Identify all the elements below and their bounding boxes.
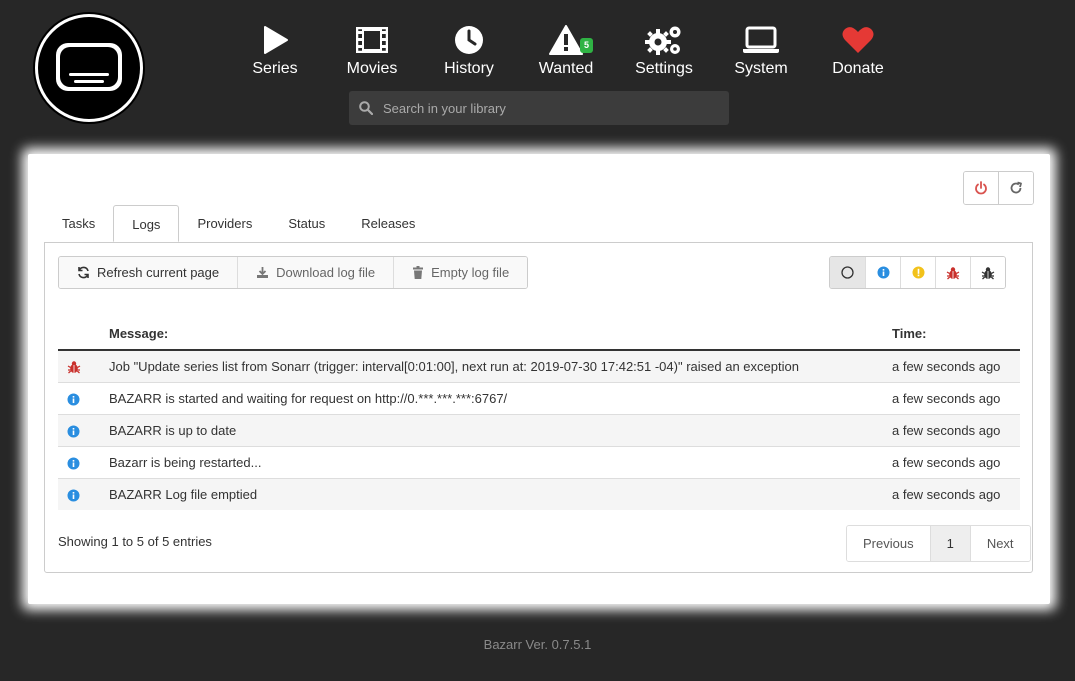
- empty-log-label: Empty log file: [431, 265, 510, 280]
- library-search[interactable]: [349, 91, 729, 125]
- power-icon: [974, 181, 988, 195]
- play-icon: [230, 22, 320, 58]
- refresh-button[interactable]: Refresh current page: [59, 257, 238, 288]
- log-time: a few seconds ago: [892, 349, 1020, 383]
- message-column-header[interactable]: Message:: [109, 317, 892, 351]
- log-time: a few seconds ago: [892, 446, 1020, 479]
- logs-tab-content: Refresh current page Download log file E…: [44, 242, 1033, 573]
- download-icon: [256, 266, 269, 279]
- filter-error-button[interactable]: [935, 257, 970, 288]
- next-page-button[interactable]: Next: [969, 526, 1030, 561]
- filter-debug-button[interactable]: [970, 257, 1005, 288]
- film-icon: [327, 22, 417, 58]
- info-icon: [877, 266, 890, 279]
- tab-status[interactable]: Status: [270, 205, 343, 242]
- page-1-button[interactable]: 1: [929, 526, 970, 561]
- heart-icon: [813, 22, 903, 58]
- info-icon: [67, 489, 80, 502]
- empty-log-button[interactable]: Empty log file: [393, 257, 528, 288]
- log-actions: Refresh current page Download log file E…: [58, 256, 529, 289]
- warning-icon: [521, 22, 611, 58]
- log-message: Job "Update series list from Sonarr (tri…: [109, 349, 892, 383]
- filter-all-button[interactable]: [830, 257, 865, 288]
- nav-label-donate: Donate: [832, 60, 884, 77]
- bazarr-logo[interactable]: [33, 12, 145, 124]
- log-time: a few seconds ago: [892, 478, 1020, 510]
- clock-icon: [424, 22, 514, 58]
- info-icon: [67, 457, 80, 470]
- info-icon: [67, 393, 80, 406]
- time-column-header[interactable]: Time:: [892, 317, 1020, 351]
- redo-icon: [1009, 181, 1023, 195]
- filter-info-button[interactable]: [865, 257, 900, 288]
- info-icon: [67, 425, 80, 438]
- nav-label-history: History: [444, 60, 494, 77]
- tab-tasks[interactable]: Tasks: [44, 205, 113, 242]
- bug-icon: [67, 360, 81, 374]
- system-tabs: Tasks Logs Providers Status Releases: [44, 205, 433, 242]
- system-panel: Tasks Logs Providers Status Releases Ref…: [28, 154, 1050, 604]
- circle-icon: [841, 266, 854, 279]
- bug-icon: [946, 266, 960, 280]
- previous-page-button[interactable]: Previous: [847, 526, 930, 561]
- log-message: BAZARR is up to date: [109, 414, 892, 447]
- nav-settings[interactable]: Settings: [619, 22, 709, 78]
- warning-circle-icon: [912, 266, 925, 279]
- table-row[interactable]: BAZARR is started and waiting for reques…: [58, 382, 1020, 415]
- trash-icon: [412, 266, 424, 279]
- table-row[interactable]: Bazarr is being restarted... a few secon…: [58, 446, 1020, 479]
- nav-wanted[interactable]: 5 Wanted: [521, 22, 611, 78]
- table-info: Showing 1 to 5 of 5 entries: [58, 534, 212, 549]
- pagination: Previous 1 Next: [846, 525, 1031, 562]
- nav-label-settings: Settings: [635, 60, 693, 77]
- nav-movies[interactable]: Movies: [327, 22, 417, 78]
- search-icon: [359, 101, 373, 115]
- shutdown-button[interactable]: [964, 172, 998, 204]
- log-message: Bazarr is being restarted...: [109, 446, 892, 479]
- logs-table: Message: Time: Job "Update series list f…: [58, 317, 1020, 510]
- log-level-filters: [829, 256, 1006, 289]
- nav-label-movies: Movies: [346, 60, 398, 77]
- download-log-button[interactable]: Download log file: [237, 257, 394, 288]
- nav-donate[interactable]: Donate: [813, 22, 903, 78]
- restart-button[interactable]: [998, 172, 1033, 204]
- refresh-label: Refresh current page: [97, 265, 220, 280]
- tab-providers[interactable]: Providers: [179, 205, 270, 242]
- search-input[interactable]: [381, 99, 715, 117]
- system-controls: [963, 171, 1034, 205]
- nav-label-wanted: Wanted: [538, 60, 594, 77]
- table-row[interactable]: Job "Update series list from Sonarr (tri…: [58, 349, 1020, 383]
- gears-icon: [619, 22, 709, 58]
- table-row[interactable]: BAZARR Log file emptied a few seconds ag…: [58, 478, 1020, 510]
- nav-system[interactable]: System: [716, 22, 806, 78]
- nav-series[interactable]: Series: [230, 22, 320, 78]
- nav-history[interactable]: History: [424, 22, 514, 78]
- refresh-icon: [77, 266, 90, 279]
- nav-label-series: Series: [252, 60, 298, 77]
- bug-icon: [981, 266, 995, 280]
- laptop-icon: [716, 22, 806, 58]
- wanted-count-badge: 5: [580, 38, 594, 53]
- table-row[interactable]: BAZARR is up to date a few seconds ago: [58, 414, 1020, 447]
- tab-releases[interactable]: Releases: [343, 205, 433, 242]
- tab-logs[interactable]: Logs: [113, 205, 180, 242]
- log-time: a few seconds ago: [892, 414, 1020, 447]
- log-message: BAZARR is started and waiting for reques…: [109, 382, 892, 415]
- filter-warning-button[interactable]: [900, 257, 935, 288]
- download-label: Download log file: [276, 265, 376, 280]
- nav-label-system: System: [734, 60, 788, 77]
- log-time: a few seconds ago: [892, 382, 1020, 415]
- version-label: Bazarr Ver. 0.7.5.1: [483, 637, 592, 652]
- log-message: BAZARR Log file emptied: [109, 478, 892, 510]
